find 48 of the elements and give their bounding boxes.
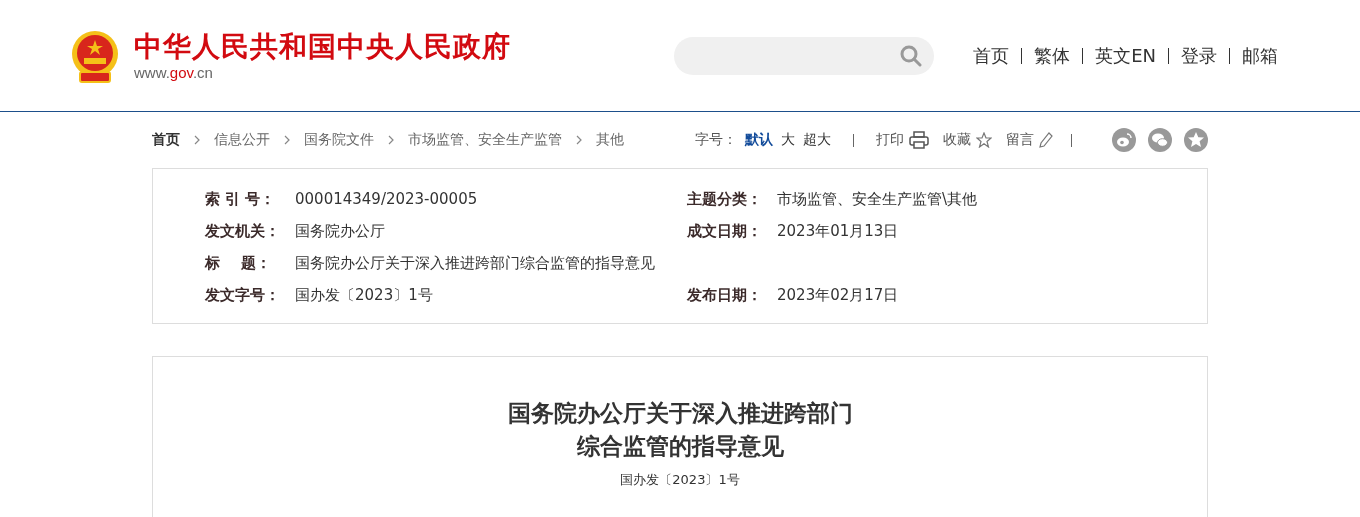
action-link[interactable]: 留言	[1006, 131, 1034, 149]
nav-link[interactable]: 首页	[961, 43, 1022, 68]
action-link[interactable]: 收藏	[943, 131, 971, 149]
weibo-icon[interactable]	[1112, 128, 1136, 152]
star-badge-icon[interactable]	[1184, 128, 1208, 152]
search-field[interactable]	[674, 36, 935, 75]
font-size-option[interactable]: 大	[781, 131, 795, 149]
field-label: 发布日期：	[687, 285, 763, 305]
printer-icon[interactable]	[909, 131, 929, 149]
breadcrumb-link[interactable]: 其他	[596, 131, 624, 149]
field-label: 发文字号：	[205, 285, 281, 305]
article-title: 国务院办公厅关于深入推进跨部门	[507, 400, 853, 426]
field-label: 发文机关：	[205, 221, 281, 241]
site-title: 中华人民共和国中央人民政府	[134, 30, 511, 64]
action-link[interactable]: 打印	[876, 131, 904, 149]
font-size-option[interactable]: 超大	[803, 131, 831, 149]
field-value: 国办发〔2023〕1号	[295, 285, 434, 305]
nav-link[interactable]: 邮箱	[1229, 47, 1290, 64]
wechat-icon[interactable]	[1148, 128, 1172, 152]
field-value: 国务院办公厅关于深入推进跨部门综合监管的指导意见	[295, 253, 656, 273]
font-size-option[interactable]: 默认	[745, 131, 773, 149]
chevron-icon	[388, 135, 394, 145]
breadcrumb-link[interactable]: 国务院文件	[304, 131, 374, 149]
breadcrumb-link[interactable]: 首页	[152, 131, 180, 149]
nav-link[interactable]: 繁体	[1021, 47, 1083, 64]
font-size-label: 字号：	[695, 131, 737, 149]
chevron-icon	[576, 135, 582, 145]
field-label: 主题分类：	[687, 189, 763, 209]
field-value: 市场监管、安全生产监管\其他	[777, 189, 979, 209]
field-label: 标 题：	[205, 253, 272, 273]
chevron-icon	[194, 135, 200, 145]
field-label: 成文日期：	[687, 221, 763, 241]
field-value: 2023年01月13日	[777, 221, 900, 241]
breadcrumb-link[interactable]: 市场监管、安全生产监管	[408, 131, 562, 149]
pencil-icon[interactable]	[1039, 132, 1053, 148]
article-title: 综合监管的指导意见	[576, 433, 784, 459]
breadcrumb-link[interactable]: 信息公开	[214, 131, 270, 149]
field-label: 索 引 号：	[205, 189, 277, 209]
star-icon[interactable]	[976, 132, 992, 148]
chevron-icon	[284, 135, 290, 145]
field-value: 2023年02月17日	[777, 285, 900, 305]
search-icon[interactable]	[900, 44, 923, 67]
field-value: 国务院办公厅	[295, 221, 386, 241]
nav-link[interactable]: 英文EN	[1082, 47, 1168, 64]
nav-link[interactable]: 登录	[1168, 47, 1229, 64]
document-number: 国办发〔2023〕1号	[620, 472, 740, 487]
field-value: 000014349/2023-00005	[295, 190, 479, 208]
site-domain: www.gov.cn	[134, 64, 214, 81]
